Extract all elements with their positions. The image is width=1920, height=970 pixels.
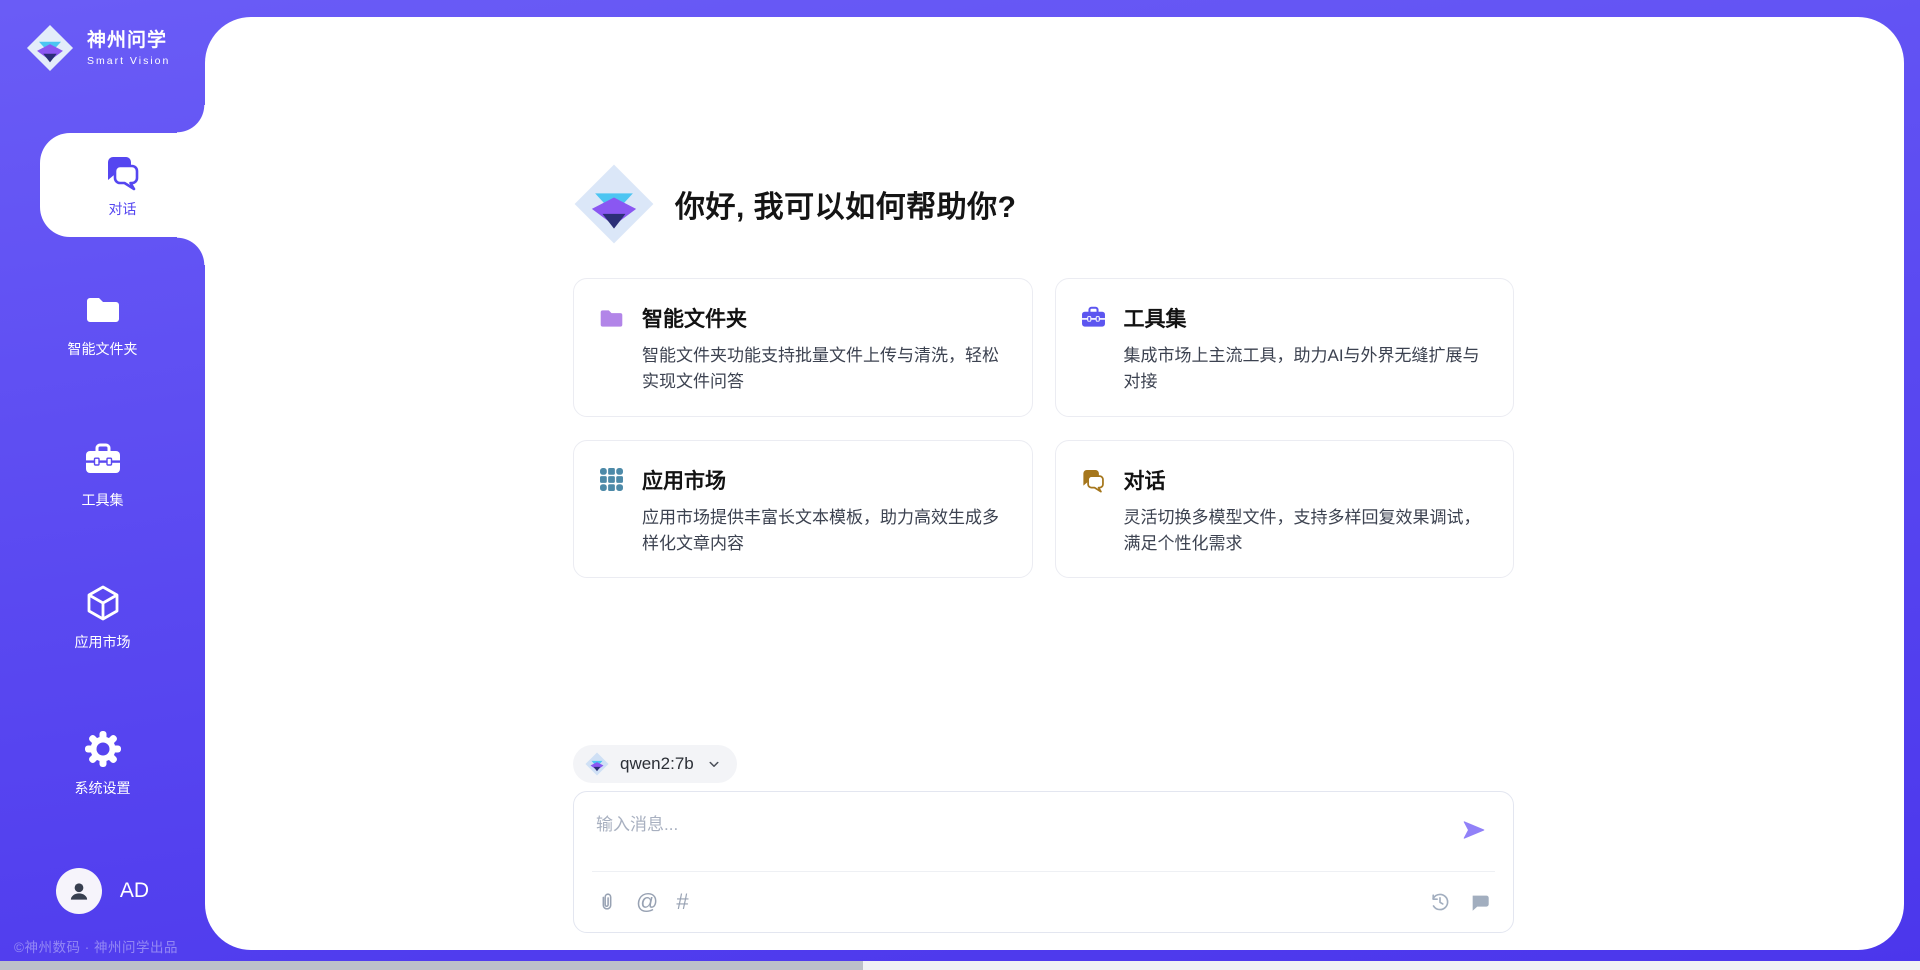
- brand-subtitle: Smart Vision: [87, 55, 170, 67]
- scrollbar-thumb[interactable]: [0, 961, 863, 970]
- user-avatar-icon: [66, 878, 92, 904]
- card-title: 工具集: [1124, 303, 1187, 333]
- greeting: 你好, 我可以如何帮助你?: [573, 17, 1514, 245]
- diamond-logo-icon: [585, 752, 609, 776]
- avatar: [56, 868, 102, 914]
- card-title: 对话: [1124, 465, 1166, 495]
- sidebar-item-smart-folder[interactable]: 智能文件夹: [0, 290, 205, 359]
- diamond-logo-icon: [573, 163, 655, 245]
- paperclip-icon: [596, 891, 618, 913]
- message-composer: @ #: [573, 791, 1514, 933]
- card-description: 集成市场上主流工具，助力AI与外界无缝扩展与对接: [1124, 343, 1488, 396]
- send-button[interactable]: [1459, 816, 1489, 846]
- main-panel: 你好, 我可以如何帮助你? 智能文件夹 智能文件夹功能支持批量文件上传与清洗，轻…: [205, 17, 1904, 950]
- history-icon: [1429, 891, 1451, 913]
- sidebar-item-chat[interactable]: 对话: [40, 133, 205, 237]
- card-app-market[interactable]: 应用市场 应用市场提供丰富长文本模板，助力高效生成多样化文章内容: [573, 440, 1033, 579]
- topic-icon: #: [676, 891, 688, 913]
- sidebar-item-label: 应用市场: [75, 632, 131, 652]
- sidebar-item-label: 对话: [109, 199, 137, 219]
- feature-cards: 智能文件夹 智能文件夹功能支持批量文件上传与清洗，轻松实现文件问答 工具集 集成…: [573, 278, 1514, 578]
- card-description: 灵活切换多模型文件，支持多样回复效果调试，满足个性化需求: [1124, 505, 1488, 558]
- mention-icon: @: [636, 891, 658, 913]
- sidebar-item-toolset[interactable]: 工具集: [0, 441, 205, 510]
- gear-icon: [83, 729, 123, 769]
- model-selector-value: qwen2:7b: [620, 754, 694, 774]
- sidebar-footer-text: ©神州数码 · 神州问学出品: [14, 936, 178, 956]
- greeting-text: 你好, 我可以如何帮助你?: [675, 182, 1017, 226]
- chat-bubble-icon: [1469, 891, 1491, 913]
- briefcase-icon: [1080, 305, 1107, 332]
- cube-icon: [83, 583, 123, 623]
- folder-icon: [83, 290, 123, 330]
- card-chat[interactable]: 对话 灵活切换多模型文件，支持多样回复效果调试，满足个性化需求: [1055, 440, 1515, 579]
- user-account[interactable]: AD: [0, 868, 205, 914]
- card-smart-folder[interactable]: 智能文件夹 智能文件夹功能支持批量文件上传与清洗，轻松实现文件问答: [573, 278, 1033, 417]
- sidebar-item-label: 系统设置: [75, 778, 131, 798]
- card-description: 智能文件夹功能支持批量文件上传与清洗，轻松实现文件问答: [642, 343, 1006, 396]
- horizontal-scrollbar[interactable]: [0, 961, 1920, 970]
- brand-name: 神州问学: [87, 29, 170, 53]
- model-selector[interactable]: qwen2:7b: [573, 745, 737, 783]
- feedback-button[interactable]: [1469, 891, 1491, 913]
- send-icon: [1461, 817, 1487, 843]
- card-description: 应用市场提供丰富长文本模板，助力高效生成多样化文章内容: [642, 505, 1006, 558]
- topic-button[interactable]: #: [676, 891, 688, 913]
- app-logo: 神州问学 Smart Vision: [26, 24, 170, 72]
- chat-icon: [103, 151, 143, 191]
- card-title: 智能文件夹: [642, 303, 747, 333]
- history-button[interactable]: [1429, 891, 1451, 913]
- diamond-logo-icon: [26, 24, 74, 72]
- card-title: 应用市场: [642, 465, 726, 495]
- chevron-down-icon: [705, 755, 723, 773]
- sidebar-item-label: 智能文件夹: [68, 339, 138, 359]
- sidebar-item-label: 工具集: [82, 490, 124, 510]
- attach-file-button[interactable]: [596, 891, 618, 913]
- chat-icon: [1080, 466, 1107, 493]
- briefcase-icon: [83, 441, 123, 481]
- user-name: AD: [120, 879, 149, 903]
- grid-icon: [598, 466, 625, 493]
- mention-button[interactable]: @: [636, 891, 658, 913]
- card-toolset[interactable]: 工具集 集成市场上主流工具，助力AI与外界无缝扩展与对接: [1055, 278, 1515, 417]
- sidebar-item-settings[interactable]: 系统设置: [0, 729, 205, 798]
- folder-icon: [598, 305, 625, 332]
- message-input[interactable]: [596, 810, 1443, 858]
- sidebar-item-app-market[interactable]: 应用市场: [0, 583, 205, 652]
- sidebar: 神州问学 Smart Vision 对话 智能文件夹 工具集: [0, 0, 205, 970]
